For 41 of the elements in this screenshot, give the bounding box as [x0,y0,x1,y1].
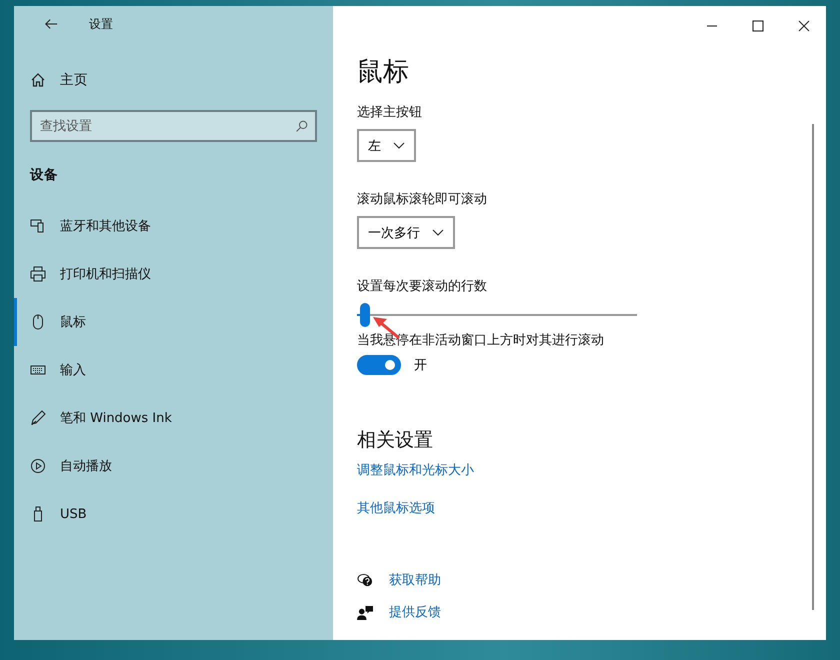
sidebar-item[interactable]: 蓝牙和其他设备 [14,202,317,250]
chevron-icon [432,228,444,236]
help-link[interactable]: 提供反馈 [389,603,441,621]
help-bubble-icon [357,572,374,588]
sidebar-item[interactable]: 鼠标 [14,298,317,346]
sidebar-item[interactable]: 打印机和扫描仪 [14,250,317,298]
sidebar-item[interactable]: 自动播放 [14,442,317,490]
back-icon[interactable] [44,17,58,31]
setting-label: 滚动鼠标滚轮即可滚动 [357,191,487,208]
setting-label: 选择主按钮 [357,104,422,121]
scrollbar[interactable] [812,124,814,610]
home-icon [30,72,46,88]
section-heading: 相关设置 [357,428,433,453]
page-title: 鼠标 [357,56,409,89]
printer-icon [30,266,46,282]
home-nav-item[interactable]: 主页 [14,56,317,104]
toggle-switch[interactable] [357,355,401,375]
pen-icon [30,410,46,426]
toggle-state: 开 [414,357,427,374]
chevron-icon [393,142,405,150]
window-title: 设置 [89,16,113,32]
close-icon[interactable] [798,20,810,32]
maximize-icon[interactable] [752,20,764,32]
sidebar-item[interactable]: 输入 [14,346,317,394]
search-icon [295,120,308,133]
settings-link[interactable]: 调整鼠标和光标大小 [357,461,474,479]
lines-slider[interactable] [357,303,637,327]
help-link[interactable]: 获取帮助 [389,571,441,589]
sidebar-item[interactable]: 笔和 Windows Ink [14,394,317,442]
play-icon [30,458,46,474]
settings-link[interactable]: 其他鼠标选项 [357,499,435,517]
search-field[interactable]: 查找设置 [30,110,317,142]
feedback-icon [357,604,374,620]
devices-icon [30,218,46,234]
slider-thumb[interactable] [360,303,370,327]
primary-button-dropdown[interactable]: 左 [357,129,416,162]
mouse-icon [30,314,46,330]
sidebar-item[interactable]: USB [14,490,317,538]
scroll-mode-dropdown[interactable]: 一次多行 [357,216,455,249]
setting-label: 设置每次要滚动的行数 [357,278,487,295]
section-heading: 设备 [30,166,59,184]
